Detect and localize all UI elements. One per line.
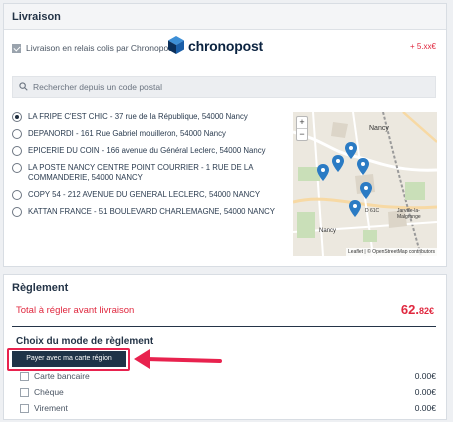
payment-option-amount: 0.00€: [414, 403, 436, 413]
relay-map[interactable]: + − Nancy Nancy Jarville-la-Malgrange D …: [293, 112, 437, 256]
carrier-option[interactable]: Livraison en relais colis par Chronopost…: [12, 36, 436, 60]
pointer-arrow-icon: [134, 349, 222, 369]
total-row: Total à régler avant livraison 62.82€: [12, 302, 436, 322]
total-amount: 62.82€: [401, 302, 434, 317]
relay-label: COPY 54 - 212 AVENUE DU GENERAL LECLERC,…: [28, 190, 261, 199]
map-pin-icon[interactable]: [332, 155, 344, 172]
payment-option[interactable]: Carte bancaire 0.00€: [20, 371, 438, 383]
delivery-price: + 5.xx€: [409, 42, 436, 51]
map-pins: [317, 142, 372, 217]
payment-checkbox[interactable]: [20, 388, 29, 397]
payment-option-amount: 0.00€: [414, 387, 436, 397]
divider: [12, 326, 436, 327]
pay-region-card-button[interactable]: Payer avec ma carte région: [12, 351, 126, 367]
relay-option[interactable]: EPICERIE DU COIN - 166 avenue du Général…: [12, 146, 282, 156]
carrier-checkbox[interactable]: [12, 44, 21, 53]
relay-point-list: LA FRIPE C'EST CHIC - 37 rue de la Répub…: [12, 112, 282, 224]
relay-label: LA POSTE NANCY CENTRE POINT COURRIER - 1…: [28, 163, 254, 182]
carrier-label: Livraison en relais colis par Chronopost: [26, 43, 175, 53]
relay-radio[interactable]: [12, 163, 22, 173]
relay-label: DEPANORDI - 161 Rue Gabriel mouilleron, …: [28, 129, 226, 138]
chronopost-logo-icon: [168, 36, 184, 54]
payment-option[interactable]: Virement 0.00€: [20, 403, 438, 415]
postal-code-search-input[interactable]: Rechercher depuis un code postal: [12, 76, 436, 98]
relay-radio[interactable]: [12, 207, 22, 217]
payment-checkbox[interactable]: [20, 404, 29, 413]
relay-option[interactable]: KATTAN FRANCE - 51 BOULEVARD CHARLEMAGNE…: [12, 207, 282, 217]
relay-option[interactable]: COPY 54 - 212 AVENUE DU GENERAL LECLERC,…: [12, 190, 282, 200]
relay-label: LA FRIPE C'EST CHIC - 37 rue de la Répub…: [28, 112, 248, 121]
relay-radio[interactable]: [12, 112, 22, 122]
total-amount-int: 62.: [400, 302, 419, 317]
total-label: Total à régler avant livraison: [16, 305, 135, 316]
relay-label: KATTAN FRANCE - 51 BOULEVARD CHARLEMAGNE…: [28, 207, 275, 216]
relay-radio[interactable]: [12, 190, 22, 200]
total-amount-dec: 82€: [418, 306, 434, 316]
map-pin-icon[interactable]: [349, 200, 361, 217]
map-attribution[interactable]: Leaflet | © OpenStreetMap contributors: [346, 248, 437, 256]
brand-name: chronopost: [188, 38, 263, 54]
relay-radio[interactable]: [12, 129, 22, 139]
payment-option[interactable]: Chèque 0.00€: [20, 387, 438, 399]
relay-option[interactable]: DEPANORDI - 161 Rue Gabriel mouilleron, …: [12, 129, 282, 139]
map-pin-icon[interactable]: [345, 142, 357, 159]
map-pin-icon[interactable]: [357, 158, 369, 175]
reglement-title: Règlement: [4, 275, 446, 301]
relay-radio[interactable]: [12, 146, 22, 156]
map-pin-icon[interactable]: [317, 164, 329, 181]
relay-label: EPICERIE DU COIN - 166 avenue du Général…: [28, 146, 266, 155]
relay-option[interactable]: LA FRIPE C'EST CHIC - 37 rue de la Répub…: [12, 112, 282, 122]
payment-option-label: Virement: [34, 403, 68, 413]
relay-option[interactable]: LA POSTE NANCY CENTRE POINT COURRIER - 1…: [12, 163, 282, 183]
payment-option-amount: 0.00€: [414, 371, 436, 381]
search-placeholder: Rechercher depuis un code postal: [33, 82, 162, 92]
livraison-title: Livraison: [4, 4, 446, 30]
map-pin-icon[interactable]: [360, 182, 372, 199]
payment-option-label: Carte bancaire: [34, 371, 90, 381]
payment-option-label: Chèque: [34, 387, 64, 397]
search-icon: [19, 82, 28, 91]
payment-checkbox[interactable]: [20, 372, 29, 381]
